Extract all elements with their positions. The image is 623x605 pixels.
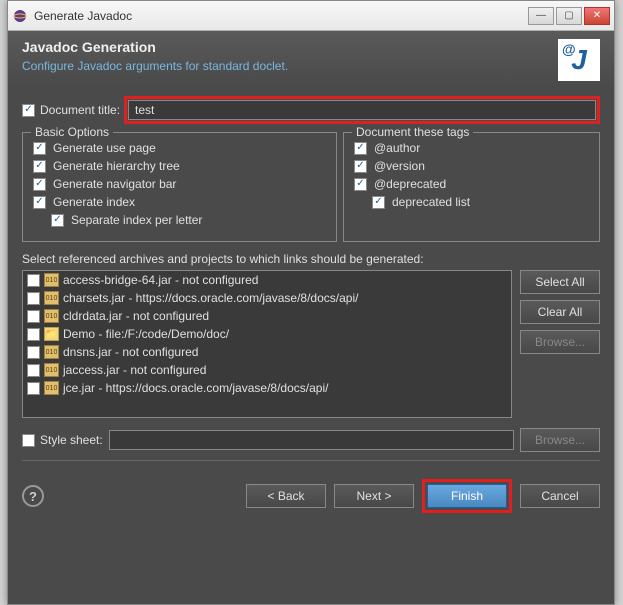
archives-label: Select referenced archives and projects … [22,252,600,266]
stylesheet-input[interactable] [109,430,514,450]
list-item-label: charsets.jar - https://docs.oracle.com/j… [63,291,358,305]
document-title-checkbox[interactable] [22,104,35,117]
jar-icon: 010 [44,363,59,377]
list-item-checkbox[interactable] [27,364,40,377]
hierarchy-checkbox[interactable] [33,160,46,173]
folder-icon: 📁 [44,327,59,341]
list-item-checkbox[interactable] [27,310,40,323]
list-item-label: jce.jar - https://docs.oracle.com/javase… [63,381,328,395]
list-item[interactable]: 010 dnsns.jar - not configured [23,343,511,361]
list-item[interactable]: 📁 Demo - file:/F:/code/Demo/doc/ [23,325,511,343]
list-item-checkbox[interactable] [27,274,40,287]
help-icon[interactable]: ? [22,485,44,507]
list-item-label: cldrdata.jar - not configured [63,309,209,323]
finish-button[interactable]: Finish [427,484,507,508]
list-item[interactable]: 010 cldrdata.jar - not configured [23,307,511,325]
separate-index-checkbox[interactable] [51,214,64,227]
browse-stylesheet-button[interactable]: Browse... [520,428,600,452]
dialog-window: Generate Javadoc — ▢ ✕ Javadoc Generatio… [7,0,615,605]
titlebar: Generate Javadoc — ▢ ✕ [8,1,614,31]
jar-icon: 010 [44,345,59,359]
archives-listbox[interactable]: 010 access-bridge-64.jar - not configured… [22,270,512,418]
tags-legend: Document these tags [352,125,473,139]
list-item-checkbox[interactable] [27,328,40,341]
window-title: Generate Javadoc [34,9,528,23]
list-item-checkbox[interactable] [27,292,40,305]
header-title: Javadoc Generation [22,39,558,55]
list-item[interactable]: 010 jaccess.jar - not configured [23,361,511,379]
index-label: Generate index [53,195,135,209]
divider [22,460,600,461]
tags-group: Document these tags @author @version @de… [343,132,600,242]
navigator-label: Generate navigator bar [53,177,176,191]
back-button[interactable]: < Back [246,484,326,508]
clear-all-button[interactable]: Clear All [520,300,600,324]
cancel-button[interactable]: Cancel [520,484,600,508]
eclipse-icon [12,8,28,24]
header-subtitle: Configure Javadoc arguments for standard… [22,59,558,73]
jar-icon: 010 [44,273,59,287]
use-page-checkbox[interactable] [33,142,46,155]
list-item-label: Demo - file:/F:/code/Demo/doc/ [63,327,229,341]
index-checkbox[interactable] [33,196,46,209]
deprecated-checkbox[interactable] [354,178,367,191]
author-checkbox[interactable] [354,142,367,155]
list-item[interactable]: 010 access-bridge-64.jar - not configured [23,271,511,289]
separate-index-label: Separate index per letter [71,213,202,227]
list-item-checkbox[interactable] [27,382,40,395]
maximize-button[interactable]: ▢ [556,7,582,25]
jar-icon: 010 [44,309,59,323]
list-item-label: dnsns.jar - not configured [63,345,198,359]
deprecated-list-checkbox[interactable] [372,196,385,209]
list-item-label: access-bridge-64.jar - not configured [63,273,258,287]
version-checkbox[interactable] [354,160,367,173]
jar-icon: 010 [44,291,59,305]
stylesheet-label: Style sheet: [40,433,103,447]
deprecated-list-label: deprecated list [392,195,470,209]
list-item[interactable]: 010 charsets.jar - https://docs.oracle.co… [23,289,511,307]
use-page-label: Generate use page [53,141,156,155]
navigator-checkbox[interactable] [33,178,46,191]
next-button[interactable]: Next > [334,484,414,508]
hierarchy-label: Generate hierarchy tree [53,159,180,173]
javadoc-icon: @J [558,39,600,81]
basic-options-group: Basic Options Generate use page Generate… [22,132,337,242]
author-label: @author [374,141,420,155]
document-title-input[interactable] [128,100,596,120]
basic-options-legend: Basic Options [31,125,113,139]
dialog-header: Javadoc Generation Configure Javadoc arg… [8,31,614,86]
list-item-checkbox[interactable] [27,346,40,359]
minimize-button[interactable]: — [528,7,554,25]
document-title-label: Document title: [40,103,120,117]
list-item-label: jaccess.jar - not configured [63,363,206,377]
list-item[interactable]: 010 jce.jar - https://docs.oracle.com/jav… [23,379,511,397]
deprecated-label: @deprecated [374,177,446,191]
stylesheet-checkbox[interactable] [22,434,35,447]
browse-archive-button[interactable]: Browse... [520,330,600,354]
jar-icon: 010 [44,381,59,395]
select-all-button[interactable]: Select All [520,270,600,294]
version-label: @version [374,159,425,173]
close-button[interactable]: ✕ [584,7,610,25]
